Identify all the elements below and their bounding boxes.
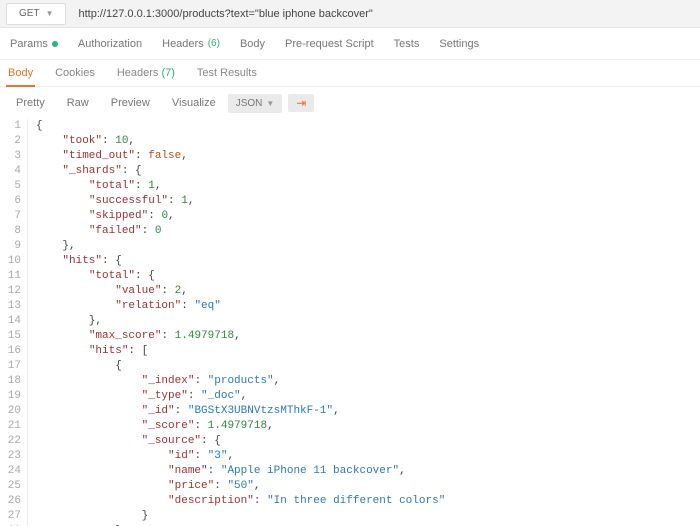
code-line: {: [36, 119, 445, 134]
tab-response-body[interactable]: Body: [6, 61, 35, 87]
line-number: 20: [0, 404, 21, 419]
tab-response-headers[interactable]: Headers (7): [115, 61, 177, 85]
line-number: 16: [0, 344, 21, 359]
tab-response-cookies[interactable]: Cookies: [53, 61, 97, 85]
line-number: 9: [0, 239, 21, 254]
code-line: "description": "In three different color…: [36, 494, 445, 509]
code-line: "_index": "products",: [36, 374, 445, 389]
response-view-bar: Pretty Raw Preview Visualize JSON ▼ ⇥: [0, 87, 700, 119]
line-number: 17: [0, 359, 21, 374]
code-line: "successful": 1,: [36, 194, 445, 209]
http-method-label: GET: [19, 8, 40, 19]
line-number: 1: [0, 119, 21, 134]
request-tabs: Params Authorization Headers (6) Body Pr…: [0, 28, 700, 60]
code-line: "total": {: [36, 269, 445, 284]
chevron-down-icon: ▼: [46, 9, 54, 18]
line-number: 19: [0, 389, 21, 404]
code-line: }: [36, 509, 445, 524]
view-raw[interactable]: Raw: [57, 93, 99, 113]
response-tabs: Body Cookies Headers (7) Test Results: [0, 60, 700, 86]
line-number: 27: [0, 509, 21, 524]
line-number: 4: [0, 164, 21, 179]
http-method-select[interactable]: GET ▼: [6, 3, 66, 25]
code-line: "id": "3",: [36, 449, 445, 464]
changed-indicator-icon: [52, 41, 58, 47]
code-line: "skipped": 0,: [36, 209, 445, 224]
line-number: 21: [0, 419, 21, 434]
code-line: "relation": "eq": [36, 299, 445, 314]
line-number: 8: [0, 224, 21, 239]
line-number: 18: [0, 374, 21, 389]
body-mode-label: JSON: [236, 98, 263, 109]
tab-body[interactable]: Body: [240, 38, 265, 50]
tab-settings[interactable]: Settings: [439, 38, 479, 50]
code-content[interactable]: { "took": 10, "timed_out": false, "_shar…: [28, 119, 445, 526]
line-number: 23: [0, 449, 21, 464]
line-number: 15: [0, 329, 21, 344]
code-line: "price": "50",: [36, 479, 445, 494]
code-line: "_id": "BGStX3UBNVtzsMThkF-1",: [36, 404, 445, 419]
code-line: "hits": [: [36, 344, 445, 359]
code-line: "_score": 1.4979718,: [36, 419, 445, 434]
response-headers-count: (7): [161, 67, 174, 79]
url-bar: GET ▼: [0, 0, 700, 28]
code-line: "max_score": 1.4979718,: [36, 329, 445, 344]
tab-test-results[interactable]: Test Results: [195, 61, 259, 85]
headers-count: (6): [208, 38, 220, 49]
line-number-gutter: 1234567891011121314151617181920212223242…: [0, 119, 28, 526]
line-number: 26: [0, 494, 21, 509]
code-line: {: [36, 359, 445, 374]
view-visualize[interactable]: Visualize: [162, 93, 226, 113]
body-mode-select[interactable]: JSON ▼: [228, 94, 283, 113]
code-line: "timed_out": false,: [36, 149, 445, 164]
line-number: 13: [0, 299, 21, 314]
code-line: "hits": {: [36, 254, 445, 269]
tab-label: Params: [10, 38, 48, 50]
line-number: 11: [0, 269, 21, 284]
code-line: "total": 1,: [36, 179, 445, 194]
code-line: "_type": "_doc",: [36, 389, 445, 404]
line-number: 3: [0, 149, 21, 164]
line-number: 22: [0, 434, 21, 449]
line-number: 5: [0, 179, 21, 194]
view-pretty[interactable]: Pretty: [6, 93, 55, 113]
url-input[interactable]: [72, 0, 700, 27]
response-body: 1234567891011121314151617181920212223242…: [0, 119, 700, 526]
tab-label: Headers: [117, 67, 159, 79]
code-line: "_shards": {: [36, 164, 445, 179]
code-line: "name": "Apple iPhone 11 backcover",: [36, 464, 445, 479]
tab-headers[interactable]: Headers (6): [162, 38, 220, 50]
line-number: 12: [0, 284, 21, 299]
line-number: 7: [0, 209, 21, 224]
line-number: 25: [0, 479, 21, 494]
code-line: },: [36, 239, 445, 254]
line-number: 6: [0, 194, 21, 209]
code-line: "failed": 0: [36, 224, 445, 239]
line-number: 24: [0, 464, 21, 479]
tab-params[interactable]: Params: [10, 38, 58, 50]
code-line: "_source": {: [36, 434, 445, 449]
wrap-lines-button[interactable]: ⇥: [288, 94, 314, 112]
tab-label: Headers: [162, 38, 204, 50]
wrap-lines-icon: ⇥: [296, 97, 306, 109]
view-preview[interactable]: Preview: [101, 93, 160, 113]
chevron-down-icon: ▼: [266, 99, 274, 108]
tab-authorization[interactable]: Authorization: [78, 38, 142, 50]
code-line: "value": 2,: [36, 284, 445, 299]
line-number: 10: [0, 254, 21, 269]
tab-prerequest[interactable]: Pre-request Script: [285, 38, 374, 50]
code-line: },: [36, 314, 445, 329]
code-line: "took": 10,: [36, 134, 445, 149]
line-number: 14: [0, 314, 21, 329]
line-number: 2: [0, 134, 21, 149]
tab-tests[interactable]: Tests: [394, 38, 420, 50]
